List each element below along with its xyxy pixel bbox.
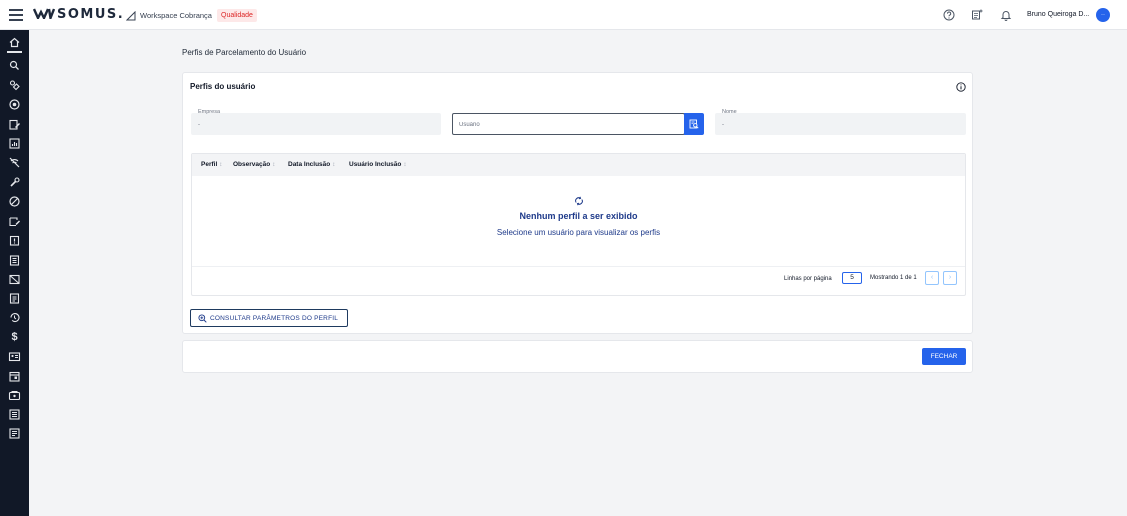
next-page-button[interactable]: › (943, 271, 957, 285)
sort-icon: ↕ (332, 162, 336, 168)
tools-icon[interactable] (8, 176, 21, 189)
home-icon[interactable] (8, 36, 21, 49)
sync-icon (575, 196, 583, 206)
document-icon[interactable] (8, 254, 21, 267)
empty-state-subtitle: Selecione um usuário para visualizar os … (496, 228, 661, 237)
top-bar: SOMUS. Workspace Cobrança Qualidade Brun… (0, 0, 1127, 30)
profiles-table: Perfil ↕ Observação ↕ Data Inclusão ↕ Usuár… (191, 153, 966, 296)
history-icon[interactable] (8, 311, 21, 324)
page-title: Perfis de Parcelamento do Usuário (182, 48, 307, 57)
rows-per-page-label: Linhas por página (784, 276, 832, 282)
sort-icon: ↕ (272, 162, 276, 168)
name-value: - (722, 122, 724, 128)
no-photo-icon[interactable] (8, 273, 21, 286)
menu-icon[interactable] (9, 9, 23, 21)
document-list-icon[interactable] (8, 292, 21, 305)
empty-state-title: Nenhum perfil a ser exibido (519, 211, 638, 221)
card-edit-icon[interactable] (8, 215, 21, 228)
company-label: Empresa (198, 109, 221, 115)
search-list-icon (689, 119, 699, 129)
avatar[interactable]: ·· (1096, 8, 1110, 22)
logo-text: SOMUS. (57, 7, 125, 22)
card-title: Perfis do usuário (190, 82, 256, 91)
column-header-usuario-inclusao[interactable]: Usuário Inclusão ↕ (349, 161, 406, 168)
footer-actions-card: FECHAR (182, 340, 973, 373)
table-footer-divider (192, 266, 965, 267)
consult-profile-parameters-button[interactable]: CONSULTAR PARÂMETROS DO PERFIL (190, 309, 348, 327)
column-header-perfil[interactable]: Perfil ↕ (201, 161, 222, 168)
dollar-icon[interactable]: $ (8, 331, 21, 344)
company-field: Empresa - (191, 109, 441, 135)
column-header-observacao[interactable]: Observação ↕ (233, 161, 275, 168)
user-search-button[interactable] (684, 113, 704, 135)
wallet-icon[interactable] (8, 389, 21, 402)
sidebar: $ (0, 30, 29, 516)
calendar-icon[interactable] (8, 370, 21, 383)
logo-mark-icon (32, 8, 56, 23)
app-logo: SOMUS. (32, 7, 125, 23)
pagination-info: Mostrando 1 de 1 (870, 275, 917, 281)
sort-icon: ↕ (219, 162, 223, 168)
id-card-icon[interactable] (8, 350, 21, 363)
user-search-field[interactable] (452, 113, 685, 135)
target-icon[interactable] (8, 98, 21, 111)
search-icon[interactable] (8, 59, 21, 72)
report-icon[interactable] (8, 137, 21, 150)
zoom-in-icon (198, 313, 207, 323)
consult-button-label: CONSULTAR PARÂMETROS DO PERFIL (210, 314, 339, 322)
block-icon[interactable] (8, 195, 21, 208)
sort-icon: ↕ (403, 162, 407, 168)
environment-badge: Qualidade (217, 9, 257, 22)
info-icon[interactable] (956, 82, 966, 92)
clipboard-alert-icon[interactable] (8, 234, 21, 247)
company-value: - (198, 122, 200, 128)
user-input[interactable] (459, 118, 679, 131)
edit-note-icon[interactable] (8, 118, 21, 131)
user-profiles-card: Perfis do usuário Empresa - Nome - Perfi… (182, 72, 973, 334)
list-icon[interactable] (8, 408, 21, 421)
no-signal-icon[interactable] (8, 156, 21, 169)
bell-icon[interactable] (999, 8, 1013, 22)
release-notes-icon[interactable] (970, 8, 984, 22)
workspace-selector[interactable]: Workspace Cobrança (126, 9, 212, 22)
prev-page-button[interactable]: ‹ (925, 271, 939, 285)
close-button[interactable]: FECHAR (922, 348, 966, 365)
active-indicator (7, 51, 22, 53)
help-icon[interactable] (942, 8, 956, 22)
column-header-data-inclusao[interactable]: Data Inclusão ↕ (288, 161, 335, 168)
notes-icon[interactable] (8, 427, 21, 440)
workspace-label: Workspace Cobrança (140, 11, 212, 20)
workspace-icon (126, 10, 136, 20)
table-header: Perfil ↕ Observação ↕ Data Inclusão ↕ Usuár… (192, 154, 965, 176)
name-field: Nome - (715, 109, 966, 135)
user-name[interactable]: Bruno Queiroga D... (1027, 11, 1089, 18)
name-label: Nome (722, 109, 737, 115)
handshake-icon[interactable] (8, 79, 21, 92)
rows-per-page-select[interactable]: 5 (842, 272, 862, 284)
